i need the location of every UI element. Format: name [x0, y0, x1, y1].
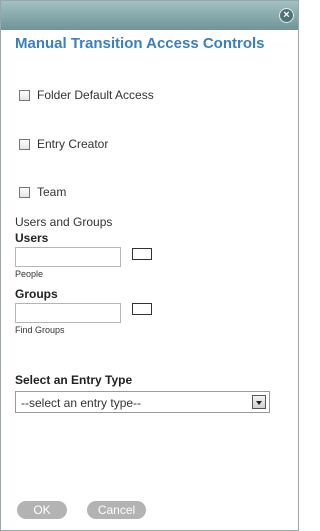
- groups-browse-button[interactable]: [132, 303, 152, 315]
- entry-type-selected-value: --select an entry type--: [21, 396, 142, 410]
- people-hint: People: [15, 269, 44, 279]
- users-and-groups-heading: Users and Groups: [15, 215, 113, 229]
- ok-button[interactable]: OK: [17, 501, 67, 519]
- entry-creator-checkbox[interactable]: [19, 138, 30, 150]
- cancel-button[interactable]: Cancel: [87, 501, 146, 519]
- users-browse-button[interactable]: [132, 248, 152, 260]
- folder-default-access-option[interactable]: Folder Default Access: [19, 88, 154, 102]
- entry-type-label: Select an Entry Type: [15, 373, 133, 387]
- users-input[interactable]: [15, 247, 121, 267]
- chevron-down-icon[interactable]: [252, 395, 266, 409]
- access-controls-dialog: × Manual Transition Access Controls Fold…: [0, 0, 299, 531]
- find-groups-hint: Find Groups: [15, 325, 65, 335]
- groups-input[interactable]: [15, 303, 121, 323]
- close-icon[interactable]: ×: [279, 8, 294, 23]
- team-checkbox[interactable]: [19, 186, 30, 198]
- users-label: Users: [15, 231, 49, 245]
- folder-default-access-label: Folder Default Access: [37, 88, 154, 102]
- groups-label: Groups: [15, 287, 58, 301]
- entry-creator-option[interactable]: Entry Creator: [19, 137, 108, 151]
- folder-default-access-checkbox[interactable]: [19, 89, 30, 101]
- dialog-title: Manual Transition Access Controls: [15, 35, 265, 52]
- team-option[interactable]: Team: [19, 185, 66, 199]
- dialog-titlebar: ×: [1, 1, 298, 30]
- team-label: Team: [37, 185, 67, 199]
- entry-creator-label: Entry Creator: [37, 137, 109, 151]
- entry-type-select[interactable]: --select an entry type--: [15, 391, 270, 413]
